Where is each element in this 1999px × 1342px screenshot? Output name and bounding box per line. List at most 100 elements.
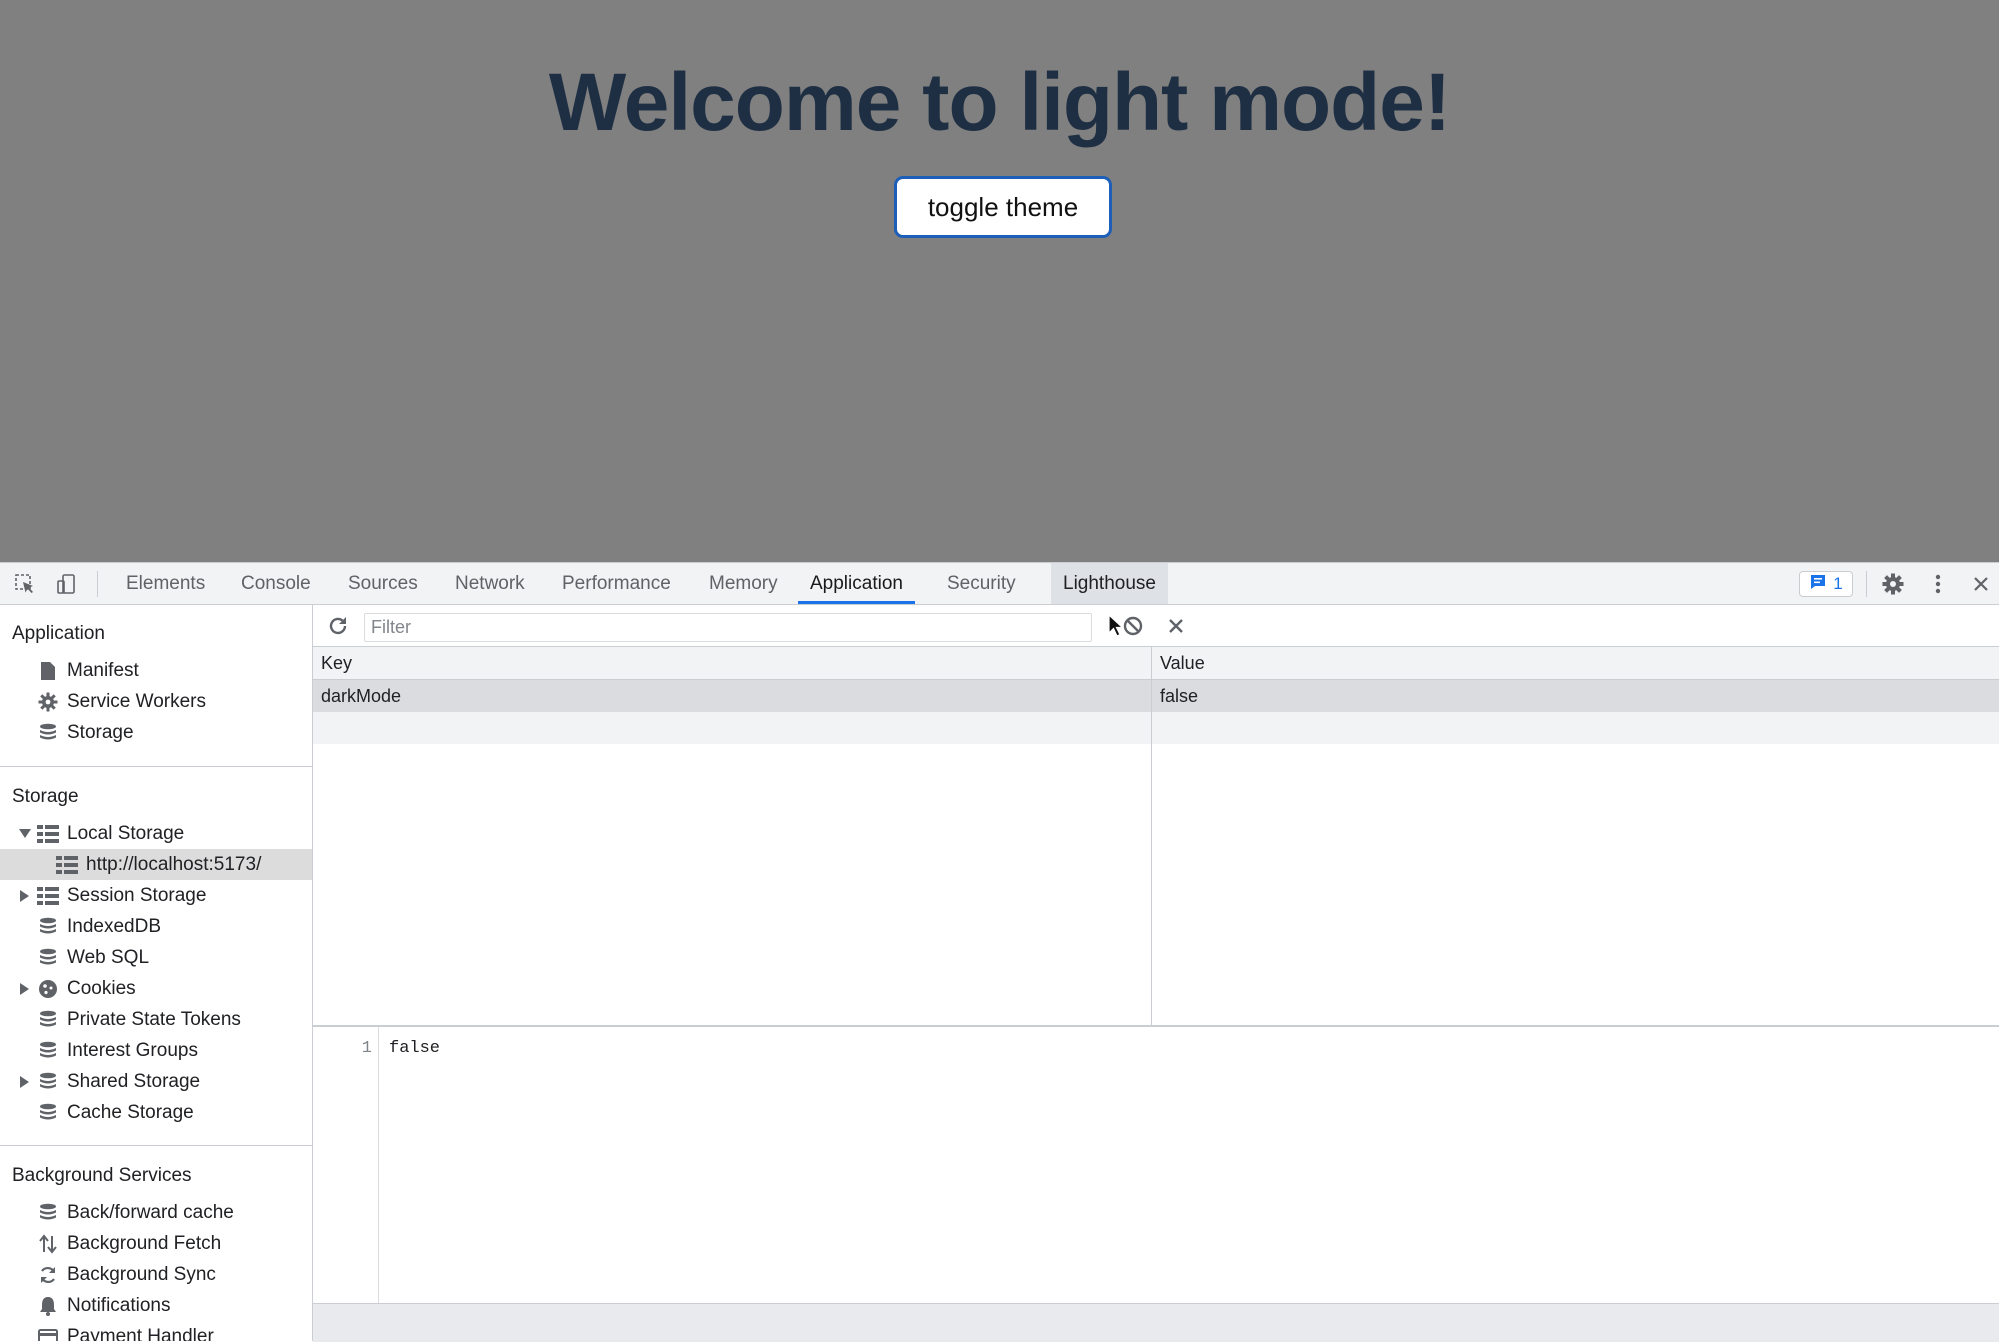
document-icon <box>37 660 59 682</box>
sidebar-item-interest-groups[interactable]: Interest Groups <box>0 1035 312 1066</box>
triangle-right-icon[interactable] <box>19 982 31 995</box>
sidebar-header-background-services: Background Services <box>12 1165 192 1186</box>
tab-elements[interactable]: Elements <box>114 563 217 604</box>
database-icon <box>37 1040 59 1062</box>
sidebar-item-cache-storage[interactable]: Cache Storage <box>0 1097 312 1128</box>
column-header-key[interactable]: Key <box>313 647 1151 680</box>
sidebar-item-label: Background Fetch <box>67 1232 222 1254</box>
table-icon <box>37 885 59 907</box>
tab-lighthouse[interactable]: Lighthouse <box>1051 563 1168 604</box>
sidebar-item-private-state-tokens[interactable]: Private State Tokens <box>0 1004 312 1035</box>
tab-sources[interactable]: Sources <box>336 563 430 604</box>
sidebar-item-label: Interest Groups <box>67 1039 198 1061</box>
sidebar-item-label: Service Workers <box>67 690 207 712</box>
sidebar-item-label: Private State Tokens <box>67 1008 241 1030</box>
triangle-right-icon[interactable] <box>19 889 31 902</box>
sidebar-item-indexeddb[interactable]: IndexedDB <box>0 911 312 942</box>
sidebar-item-background-fetch[interactable]: Background Fetch <box>0 1228 312 1259</box>
sidebar-item-web-sql[interactable]: Web SQL <box>0 942 312 973</box>
sidebar-divider <box>0 1145 312 1146</box>
sidebar-item-payment-handler[interactable]: Payment Handler <box>0 1321 312 1341</box>
clear-all-icon[interactable] <box>1120 614 1146 638</box>
local-storage-panel: Key Value darkMode false 1 false <box>313 605 1999 1342</box>
triangle-down-icon[interactable] <box>19 828 31 840</box>
status-bar <box>313 1303 1999 1342</box>
storage-toolbar <box>313 605 1999 647</box>
close-icon[interactable] <box>1968 572 1994 596</box>
gear-icon[interactable] <box>1880 572 1906 596</box>
tab-security[interactable]: Security <box>935 563 1028 604</box>
application-sidebar: Application Manifest Service Workers Sto… <box>0 605 313 1341</box>
cookie-icon <box>37 978 59 1000</box>
credit-card-icon <box>37 1326 59 1341</box>
value-preview: 1 false <box>313 1027 1999 1303</box>
sidebar-item-label: Storage <box>67 721 134 743</box>
database-icon <box>37 1202 59 1224</box>
database-icon <box>37 1009 59 1031</box>
table-row-empty[interactable] <box>313 712 1999 744</box>
sidebar-item-label: Shared Storage <box>67 1070 201 1092</box>
sidebar-item-notifications[interactable]: Notifications <box>0 1290 312 1321</box>
device-toolbar-icon[interactable] <box>54 572 80 596</box>
issues-count: 1 <box>1833 574 1843 593</box>
sidebar-item-local-storage[interactable]: Local Storage <box>0 818 312 849</box>
sidebar-item-service-workers[interactable]: Service Workers <box>0 686 312 717</box>
sidebar-item-shared-storage[interactable]: Shared Storage <box>0 1066 312 1097</box>
gear-icon <box>37 691 59 713</box>
tab-console[interactable]: Console <box>229 563 323 604</box>
tab-application[interactable]: Application <box>798 563 915 604</box>
column-divider[interactable] <box>1151 647 1152 1025</box>
column-header-value[interactable]: Value <box>1152 647 1999 680</box>
tabbar-separator <box>97 571 98 597</box>
page-viewport: Welcome to light mode! toggle theme <box>0 0 1999 562</box>
page-heading: Welcome to light mode! <box>548 57 1451 148</box>
sidebar-item-label: Manifest <box>67 659 139 681</box>
delete-selected-icon[interactable] <box>1163 614 1189 638</box>
database-icon <box>37 722 59 744</box>
database-icon <box>37 1102 59 1124</box>
sidebar-item-label: Cookies <box>67 977 136 999</box>
table-icon <box>56 854 78 876</box>
sidebar-item-label: Background Sync <box>67 1263 216 1285</box>
sidebar-item-session-storage[interactable]: Session Storage <box>0 880 312 911</box>
sidebar-divider <box>0 766 312 767</box>
line-number: 1 <box>361 1039 372 1058</box>
issues-badge[interactable]: 1 <box>1799 571 1853 597</box>
sidebar-item-label: Local Storage <box>67 822 185 844</box>
up-down-arrows-icon <box>37 1233 59 1255</box>
bell-icon <box>37 1295 59 1317</box>
more-options-icon[interactable] <box>1925 572 1951 596</box>
tab-performance[interactable]: Performance <box>550 563 683 604</box>
sidebar-item-background-sync[interactable]: Background Sync <box>0 1259 312 1290</box>
sidebar-item-label: Session Storage <box>67 884 207 906</box>
row-value: false <box>1160 686 1199 706</box>
table-icon <box>37 823 59 845</box>
row-key: darkMode <box>321 686 402 706</box>
database-icon <box>37 1071 59 1093</box>
triangle-right-icon[interactable] <box>19 1075 31 1088</box>
sidebar-item-label: IndexedDB <box>67 915 162 937</box>
key-value-table: Key Value darkMode false <box>313 647 1999 1027</box>
sidebar-item-cookies[interactable]: Cookies <box>0 973 312 1004</box>
sidebar-header-storage: Storage <box>12 786 79 807</box>
tab-memory[interactable]: Memory <box>697 563 790 604</box>
table-row[interactable]: darkMode false <box>313 680 1999 712</box>
preview-content[interactable]: false <box>389 1039 440 1058</box>
sidebar-item-storage-overview[interactable]: Storage <box>0 717 312 748</box>
sidebar-item-label: Payment Handler <box>67 1325 214 1342</box>
sidebar-header-application: Application <box>12 623 105 644</box>
inspect-element-icon[interactable] <box>12 572 38 596</box>
sidebar-item-manifest[interactable]: Manifest <box>0 655 312 686</box>
database-icon <box>37 916 59 938</box>
sidebar-item-localhost-origin[interactable]: http://localhost:5173/ <box>0 849 312 880</box>
line-gutter: 1 <box>313 1027 379 1303</box>
sidebar-item-label: Cache Storage <box>67 1101 194 1123</box>
filter-input[interactable] <box>364 613 1092 642</box>
tabbar-separator <box>1866 571 1867 597</box>
tab-network[interactable]: Network <box>443 563 537 604</box>
refresh-icon[interactable] <box>325 614 351 638</box>
sidebar-item-back-forward-cache[interactable]: Back/forward cache <box>0 1197 312 1228</box>
toggle-theme-button[interactable]: toggle theme <box>894 176 1112 238</box>
sidebar-item-label: Back/forward cache <box>67 1201 234 1223</box>
message-icon <box>1809 573 1827 596</box>
